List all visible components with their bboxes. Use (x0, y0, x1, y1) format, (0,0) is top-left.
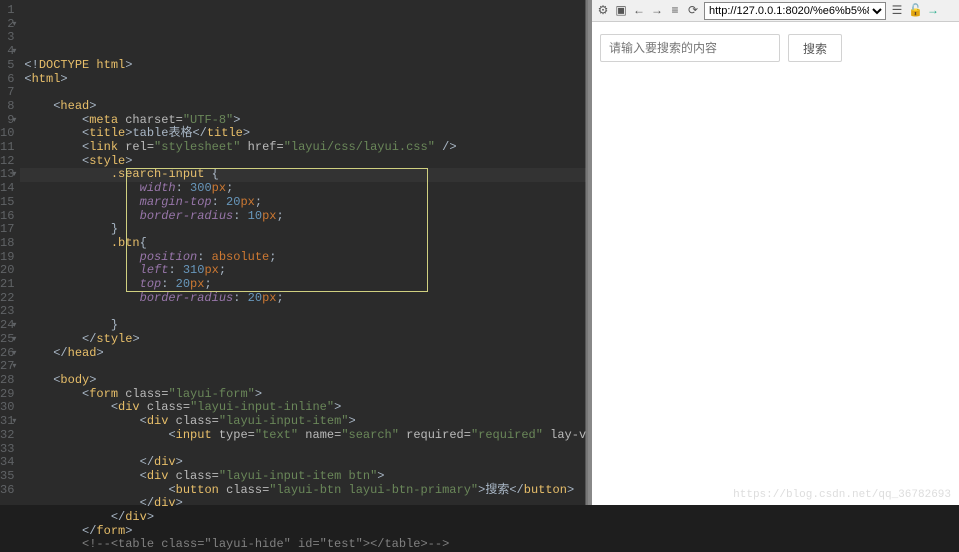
url-bar[interactable]: http://127.0.0.1:8020/%e6%b5%8b% (704, 2, 886, 20)
fold-icon[interactable]: ▾ (12, 45, 16, 59)
code-line[interactable]: </div> (24, 456, 586, 470)
code-area[interactable]: <!DOCTYPE html><html> <head> <meta chars… (20, 0, 586, 505)
code-line[interactable]: </div> (24, 497, 586, 511)
code-line[interactable]: <body> (24, 374, 586, 388)
fold-icon[interactable]: ▾ (12, 168, 16, 182)
code-line[interactable] (24, 360, 586, 374)
code-line[interactable]: <!DOCTYPE html> (24, 59, 586, 73)
code-line[interactable]: </div> (24, 511, 586, 525)
inspect-icon[interactable]: ▣ (614, 3, 628, 18)
code-line[interactable]: <form class="layui-form"> (24, 388, 586, 402)
code-line[interactable]: position: absolute; (24, 251, 586, 265)
code-line[interactable]: .btn{ (24, 237, 586, 251)
code-line[interactable]: <div class="layui-input-item"> (24, 415, 586, 429)
code-line[interactable]: </style> (24, 333, 586, 347)
code-line[interactable] (24, 86, 586, 100)
menu-icon[interactable]: ≡ (668, 4, 682, 18)
url-select[interactable]: http://127.0.0.1:8020/%e6%b5%8b% (704, 2, 886, 20)
code-line[interactable]: top: 20px; (24, 278, 586, 292)
fold-icon[interactable]: ▾ (12, 347, 16, 361)
code-line[interactable]: } (24, 223, 586, 237)
fold-icon[interactable]: ▾ (12, 319, 16, 333)
fold-icon[interactable]: ▾ (12, 114, 16, 128)
code-line[interactable]: border-radius: 10px; (24, 210, 586, 224)
code-line[interactable]: margin-top: 20px; (24, 196, 586, 210)
lock-icon[interactable]: 🔓 (908, 3, 922, 18)
preview-pane: ⚙ ▣ ← → ≡ ⟳ http://127.0.0.1:8020/%e6%b5… (588, 0, 959, 505)
rendered-page: 搜索 https://blog.csdn.net/qq_36782693 (592, 22, 959, 505)
line-gutter: 12▾34▾56789▾10111213▾1415161718192021222… (0, 0, 20, 505)
refresh-icon[interactable]: ⟳ (686, 3, 700, 18)
code-line[interactable]: </form> (24, 525, 586, 539)
code-editor[interactable]: 12▾34▾56789▾10111213▾1415161718192021222… (0, 0, 586, 505)
code-line[interactable]: <link rel="stylesheet" href="layui/css/l… (24, 141, 586, 155)
watermark-text: https://blog.csdn.net/qq_36782693 (733, 489, 951, 501)
search-button[interactable]: 搜索 (788, 34, 842, 62)
preview-toolbar: ⚙ ▣ ← → ≡ ⟳ http://127.0.0.1:8020/%e6%b5… (592, 0, 959, 22)
code-line[interactable]: <input type="text" name="search" require… (24, 429, 586, 443)
code-line[interactable]: left: 310px; (24, 264, 586, 278)
code-line[interactable]: <div class="layui-input-inline"> (24, 401, 586, 415)
list-icon[interactable]: ☰ (890, 3, 904, 18)
code-line[interactable]: <style> (24, 155, 586, 169)
code-line[interactable]: <!--<table class="layui-hide" id="test">… (24, 538, 586, 552)
fold-icon[interactable]: ▾ (12, 360, 16, 374)
code-line[interactable] (24, 305, 586, 319)
gear-icon[interactable]: ⚙ (596, 3, 610, 18)
code-line[interactable] (24, 443, 586, 457)
forward-icon[interactable]: → (650, 4, 664, 18)
code-line[interactable]: .search-input { (24, 168, 586, 182)
code-line[interactable]: </head> (24, 347, 586, 361)
fold-icon[interactable]: ▾ (12, 18, 16, 32)
fold-icon[interactable]: ▾ (12, 333, 16, 347)
fold-icon[interactable]: ▾ (12, 415, 16, 429)
code-line[interactable]: <title>table表格</title> (24, 127, 586, 141)
go-icon[interactable]: → (926, 4, 940, 18)
code-line[interactable]: border-radius: 20px; (24, 292, 586, 306)
search-input[interactable] (600, 34, 780, 62)
code-line[interactable]: <button class="layui-btn layui-btn-prima… (24, 484, 586, 498)
code-line[interactable]: width: 300px; (24, 182, 586, 196)
code-line[interactable]: <head> (24, 100, 586, 114)
code-line[interactable]: <html> (24, 73, 586, 87)
code-line[interactable]: } (24, 319, 586, 333)
code-line[interactable]: <div class="layui-input-item btn"> (24, 470, 586, 484)
back-icon[interactable]: ← (632, 4, 646, 18)
